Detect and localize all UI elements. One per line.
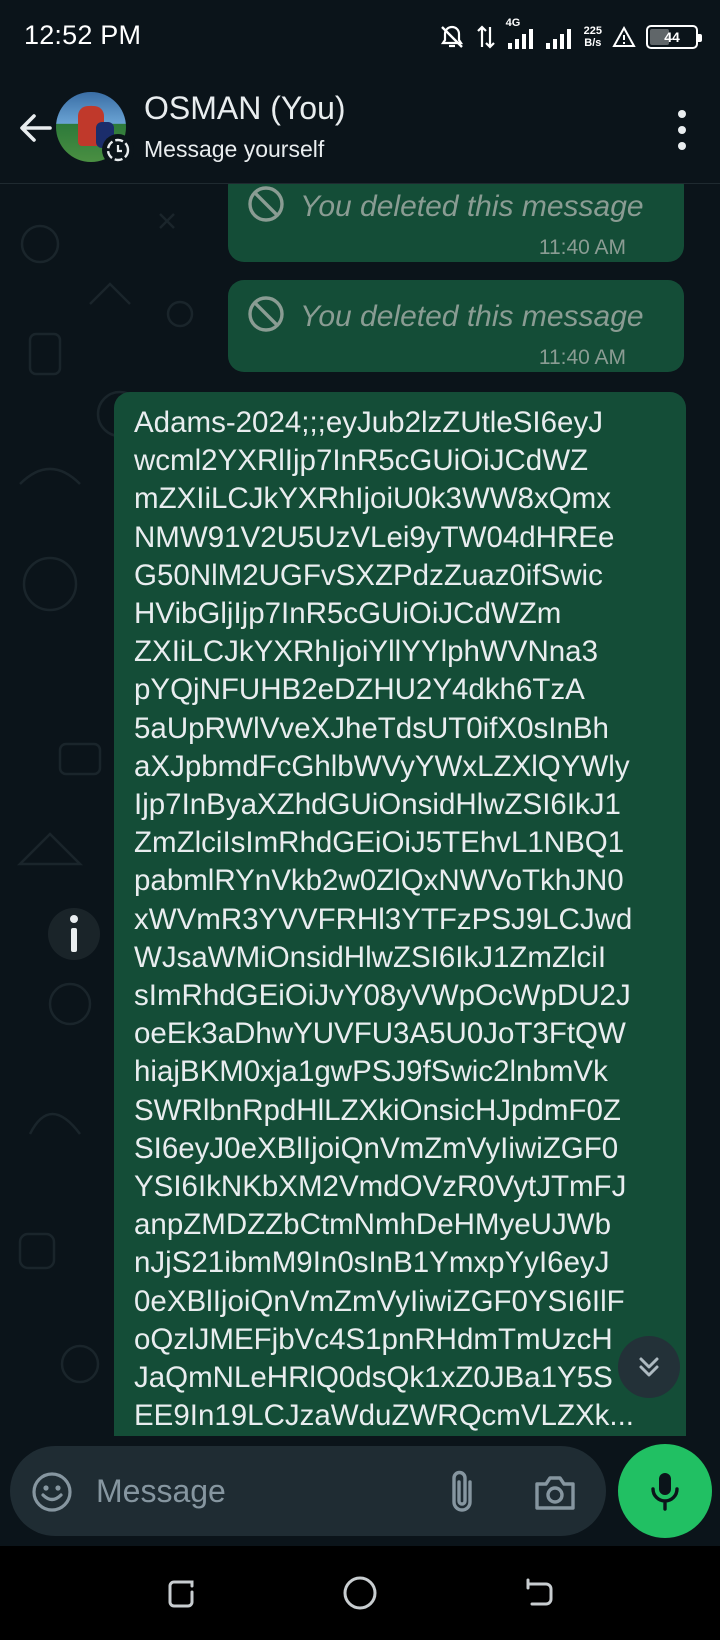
info-icon: [70, 915, 78, 952]
message-text-line: SWRlbnRpdHlLZXkiOnsicHJpdmF0Z: [134, 1093, 621, 1127]
home-icon: [343, 1576, 377, 1610]
back-button[interactable]: [14, 106, 58, 150]
message-text-line: Adams-2024;;;eyJub2lzZUtleSI6eyJ: [134, 406, 603, 439]
deleted-message-text: You deleted this message: [300, 190, 644, 223]
message-text-line: G50NlM2UGFvSXZPdzZuaz0ifSwic: [134, 558, 603, 592]
double-chevron-down-icon: [639, 1357, 659, 1377]
compose-bar: [0, 1436, 720, 1546]
message-time: 11:40 AM: [538, 346, 626, 369]
voice-message-button[interactable]: [618, 1444, 712, 1538]
message-text-line: JaQmNLeHRlQ0dsQk1xZ0JBa1Y5S: [134, 1361, 613, 1395]
status-ring-icon: [102, 134, 134, 166]
chat-area[interactable]: You deleted this message 11:40 AM You de…: [0, 184, 720, 1436]
message-text-line: pabmlRYnVkb2w0ZlQxNWVoTkhJN0: [134, 864, 624, 898]
message-text-line: NMW91V2U5UzVLei9yTW04dHREe: [134, 520, 615, 554]
message-text-line: hiajBKM0xja1gwPSJ9fSwic2lnbmVk: [134, 1055, 608, 1089]
message-bubble-deleted[interactable]: You deleted this message 11:40 AM: [228, 280, 684, 372]
alert-icon: [612, 25, 636, 49]
message-text-line: nJjS21ibmM9In0sInB1YmxpYyI6eyJ: [134, 1246, 610, 1280]
status-bar: 12:52 PM 4G 225 B/s 44: [0, 0, 720, 72]
message-text-line: EE9In19LCJzaWduZWRQcmVLZXk...: [134, 1399, 635, 1433]
message-text-line: wcml2YXRlIjp7InR5cGUiOiJCdWZ: [134, 444, 589, 478]
system-nav-bar: [0, 1546, 720, 1640]
bell-off-icon: [438, 23, 466, 51]
data-arrows-icon: [476, 23, 496, 51]
message-text-line: sImRhdGEiOiJvY08yVWpOcWpDU2J: [134, 979, 631, 1013]
more-options-button[interactable]: [672, 110, 692, 150]
more-vert-icon: [678, 110, 686, 118]
deleted-message-text: You deleted this message: [300, 300, 644, 333]
message-text-line: anpZMDZZbCtmNmhDeHMyeUJWb: [134, 1208, 611, 1242]
message-info-button[interactable]: [48, 908, 100, 960]
message-text-line: xWVmR3YVVFRHl3YTFzPSJ9LCJwd: [134, 902, 633, 936]
message-text-line: 0eXBlIjoiQnVmZmVyIiwiZGF0YSI6IlF: [134, 1284, 625, 1318]
message-text-line: pYQjNFUHB2eDZHU2Y4dkh6TzA: [134, 673, 585, 707]
deleted-icon: [248, 186, 284, 222]
message-text-line: ZXIiLCJkYXRhIjoiYllYYlphWVNna3: [134, 635, 598, 669]
back-nav-button[interactable]: [516, 1570, 562, 1616]
network-speed: 225 B/s: [584, 25, 602, 49]
message-time: 11:40 AM: [538, 236, 626, 259]
contact-subtitle: Message yourself: [144, 136, 325, 162]
scroll-to-bottom-button[interactable]: [618, 1336, 680, 1398]
message-field[interactable]: [10, 1446, 606, 1536]
network-label: 4G: [505, 17, 521, 29]
status-icons: 4G 225 B/s 44: [438, 17, 702, 54]
deleted-icon: [248, 296, 284, 332]
message-text-line: aXJpbmdFcGhlbWVyYWxLZXlQYWly: [134, 749, 630, 783]
speed-unit: B/s: [584, 37, 602, 49]
back-icon: [526, 1578, 553, 1606]
message-text-line: oeEk3aDhwYUVFU3A5U0JoT3FtQW: [134, 1017, 626, 1051]
message-bubble-text[interactable]: Adams-2024;;;eyJub2lzZUtleSI6eyJ wcml2YXR…: [114, 392, 686, 1436]
back-arrow-icon: [20, 114, 52, 142]
battery-icon: 44: [646, 25, 702, 49]
recents-button[interactable]: [158, 1570, 204, 1616]
home-button[interactable]: [337, 1570, 383, 1616]
message-text-line: ZmZlciIsImRhdGEiOiJ5TEhvL1NBQ1: [134, 826, 625, 860]
message-bubble-deleted[interactable]: You deleted this message 11:40 AM: [228, 184, 684, 262]
recents-icon: [168, 1580, 194, 1608]
message-text-line: oQzlJMEFjbVc4S1pnRHdmTmUzcH: [134, 1322, 613, 1356]
speed-value: 225: [583, 25, 602, 37]
camera-button[interactable]: [532, 1470, 578, 1514]
emoji-button[interactable]: [30, 1470, 74, 1514]
message-text-line: YSI6IkNKbXM2VmdOVzR0VytJTmFJ: [134, 1170, 627, 1204]
status-time: 12:52 PM: [24, 20, 142, 50]
signal-icon: [544, 23, 574, 51]
camera-icon: [535, 1476, 575, 1510]
mic-icon: [651, 1473, 679, 1511]
message-text-line: WJsaWMiOnsidHlwZSI6IkJ1ZmZlciI: [134, 940, 607, 974]
attach-icon: [452, 1470, 472, 1512]
chat-header: OSMAN (You) Message yourself: [0, 72, 720, 184]
contact-name[interactable]: OSMAN (You): [144, 90, 346, 127]
message-text-line: mZXIiLCJkYXRhIjoiU0k3WW8xQmx: [134, 482, 611, 516]
message-text-line: HVibGljIjp7InR5cGUiOiJCdWZm: [134, 597, 562, 631]
message-text[interactable]: Adams-2024;;;eyJub2lzZUtleSI6eyJ wcml2YXR…: [134, 404, 654, 1435]
battery-level: 44: [664, 29, 680, 45]
attach-button[interactable]: [440, 1468, 484, 1516]
emoji-icon: [32, 1472, 72, 1512]
message-input[interactable]: [96, 1466, 416, 1516]
message-text-line: 5aUpRWlVveXJheTdsUT0ifX0sInBh: [134, 711, 609, 745]
message-text-line: Ijp7InByaXZhdGUiOnsidHlwZSI6IkJ1: [134, 788, 621, 822]
signal-4g-icon: 4G: [506, 17, 534, 51]
message-text-line: SI6eyJ0eXBlIjoiQnVmZmVyIiwiZGF0: [134, 1131, 619, 1165]
